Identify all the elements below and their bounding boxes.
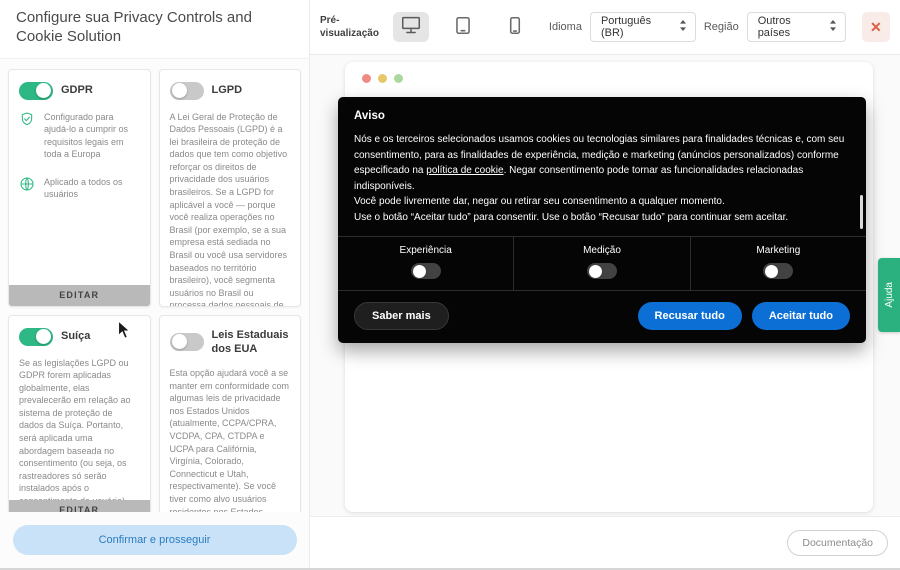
purpose-experience-label: Experiência <box>399 245 452 256</box>
preview-toolbar: Pré-visualização Idioma Português (BR) R… <box>310 0 900 55</box>
cookie-banner-footer: Saber mais Recusar tudo Aceitar tudo <box>338 291 866 343</box>
page-title: Configure sua Privacy Controls and Cooki… <box>16 9 252 45</box>
card-us-state-laws: Leis Estaduais dos EUA Esta opção ajudar… <box>158 314 301 522</box>
regulation-cards: GDPR Configurado para ajudá-lo a cumprir… <box>0 59 309 522</box>
sort-arrows-icon <box>829 20 837 34</box>
switzerland-toggle[interactable] <box>19 327 53 346</box>
region-select[interactable]: Outros países <box>746 12 846 42</box>
shield-check-icon <box>19 111 35 161</box>
window-maximize-dot-icon <box>394 74 403 83</box>
sort-arrows-icon <box>679 20 687 34</box>
reject-all-button[interactable]: Recusar tudo <box>637 302 742 330</box>
device-phone-button[interactable] <box>497 12 533 42</box>
purpose-measurement-label: Medição <box>583 245 621 256</box>
banner-text-line2: Você pode livremente dar, negar ou retir… <box>354 196 725 207</box>
card-gdpr-title: GDPR <box>61 84 93 97</box>
device-switcher <box>392 12 533 42</box>
device-desktop-button[interactable] <box>392 12 429 42</box>
accept-all-button[interactable]: Aceitar tudo <box>751 302 850 330</box>
cookie-banner-message: Aviso Nós e os terceiros selecionados us… <box>338 97 866 236</box>
language-label: Idioma <box>548 21 582 33</box>
window-minimize-dot-icon <box>378 74 387 83</box>
card-us-state-laws-title: Leis Estaduais dos EUA <box>211 328 289 355</box>
card-us-state-laws-description: Esta opção ajudará você a se manter em c… <box>169 368 290 520</box>
sidebar-footer: Confirmar e prosseguir <box>0 512 309 568</box>
purpose-measurement: Medição <box>513 237 689 290</box>
cookie-policy-link[interactable]: política de cookie <box>426 165 503 176</box>
purpose-toggles-row: Experiência Medição Marketing <box>338 236 866 291</box>
us-state-laws-toggle[interactable] <box>169 332 204 351</box>
banner-text-line3: Use o botão “Aceitar tudo” para consenti… <box>354 211 789 223</box>
desktop-icon <box>401 16 421 38</box>
preview-canvas: Aviso Nós e os terceiros selecionados us… <box>310 55 900 516</box>
help-tab[interactable]: Ajuda <box>878 258 900 332</box>
window-close-dot-icon <box>362 74 371 83</box>
card-gdpr: GDPR Configurado para ajudá-lo a cumprir… <box>8 68 151 307</box>
close-icon: ✕ <box>869 18 882 35</box>
cookie-banner-text: Nós e os terceiros selecionados usamos c… <box>354 132 850 225</box>
phone-icon <box>509 16 521 38</box>
confirm-proceed-button[interactable]: Confirmar e prosseguir <box>12 525 297 555</box>
device-tablet-button[interactable] <box>445 12 481 42</box>
cookie-banner: Aviso Nós e os terceiros selecionados us… <box>338 97 866 343</box>
learn-more-button[interactable]: Saber mais <box>354 302 449 330</box>
close-preview-button[interactable]: ✕ <box>861 12 890 42</box>
gdpr-edit-button[interactable]: EDITAR <box>9 284 150 306</box>
card-gdpr-item-1: Configurado para ajudá-lo a cumprir os r… <box>44 111 129 160</box>
purpose-experience-toggle[interactable] <box>410 263 441 279</box>
cookie-banner-title: Aviso <box>354 110 385 122</box>
language-select[interactable]: Português (BR) <box>589 12 696 42</box>
preview-pane: Pré-visualização Idioma Português (BR) R… <box>310 0 900 568</box>
config-sidebar: Configure sua Privacy Controls and Cooki… <box>0 0 310 568</box>
region-label: Região <box>703 21 739 33</box>
card-switzerland-title: Suíça <box>61 330 91 343</box>
main-footer: Documentação <box>310 516 900 568</box>
purpose-marketing-toggle[interactable] <box>763 263 794 279</box>
gdpr-toggle[interactable] <box>19 81 53 100</box>
lgpd-toggle[interactable] <box>169 81 204 100</box>
sidebar-header: Configure sua Privacy Controls and Cooki… <box>0 0 309 59</box>
preview-label: Pré-visualização <box>320 14 379 40</box>
tablet-icon <box>455 16 471 38</box>
card-lgpd-description: A Lei Geral de Proteção de Dados Pessoai… <box>169 111 288 307</box>
purpose-measurement-toggle[interactable] <box>586 263 617 279</box>
language-value: Português (BR) <box>600 15 652 39</box>
card-lgpd: LGPD A Lei Geral de Proteção de Dados Pe… <box>158 68 301 307</box>
purpose-marketing-label: Marketing <box>756 245 801 256</box>
browser-mockup-header <box>345 62 873 95</box>
region-value: Outros países <box>757 15 791 39</box>
card-switzerland-description: Se as legislações LGPD ou GDPR forem apl… <box>19 357 131 519</box>
card-gdpr-item-2: Aplicado a todos os usuários <box>44 176 123 200</box>
globe-icon <box>19 176 35 201</box>
purpose-marketing: Marketing <box>689 237 866 290</box>
banner-scrollbar-thumb[interactable] <box>860 195 863 229</box>
card-lgpd-title: LGPD <box>211 84 243 97</box>
help-tab-label: Ajuda <box>883 282 895 308</box>
purpose-experience: Experiência <box>338 237 513 290</box>
card-switzerland: Suíça Se as legislações LGPD ou GDPR for… <box>8 314 151 522</box>
browser-mockup: Aviso Nós e os terceiros selecionados us… <box>338 62 873 512</box>
documentation-button[interactable]: Documentação <box>787 529 888 556</box>
